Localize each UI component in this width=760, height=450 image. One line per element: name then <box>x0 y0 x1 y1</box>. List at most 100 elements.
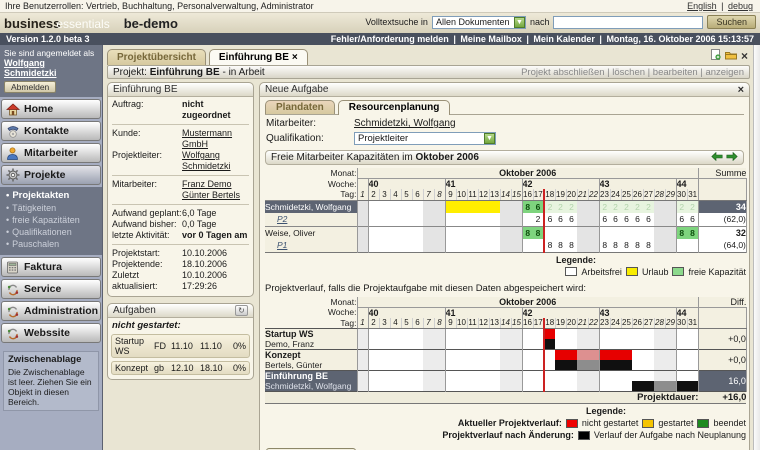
mitarbeiter-link[interactable]: Schmidetzki, Wolfgang <box>354 118 456 129</box>
detail-value[interactable]: Franz Demo <box>182 179 249 190</box>
subitem-label: Projektakten <box>12 190 69 201</box>
close-icon[interactable]: × <box>738 84 744 96</box>
day-number: 25 <box>621 189 632 200</box>
sidebar-subitem-4[interactable]: •Pauschalen <box>6 238 100 250</box>
detail-value[interactable]: Mustermann GmbH <box>182 128 249 150</box>
detail-value[interactable]: Günter Bertels <box>182 190 249 201</box>
versionbar-link-2[interactable]: Mein Kalender <box>533 34 595 44</box>
project-action-0[interactable]: Projekt abschließen <box>521 67 604 78</box>
sidebar-item-webssite[interactable]: Webssite <box>1 323 101 343</box>
plan-cell-current <box>489 350 500 361</box>
plan-cell-current <box>643 350 654 361</box>
day-cell <box>500 226 511 239</box>
plan-cell-current <box>401 371 412 382</box>
day-cell <box>390 239 401 252</box>
scrollbar-track[interactable] <box>753 45 760 450</box>
plan-cell-current <box>456 329 467 340</box>
sidebar-item-faktura[interactable]: Faktura <box>1 257 101 277</box>
sidebar-item-home[interactable]: Home <box>1 99 101 119</box>
day-header-row: Tag:123456789101112131415161718192021222… <box>265 318 746 329</box>
capacity-table: Monat:Oktober 2006SummeWoche:4041424344T… <box>265 168 747 253</box>
folder-icon[interactable] <box>725 50 737 63</box>
project-action-3[interactable]: anzeigen <box>705 67 744 78</box>
search-input[interactable] <box>553 16 703 29</box>
legend-swatch <box>578 431 590 440</box>
utility-links: English | debug <box>685 1 755 11</box>
day-number: 30 <box>676 318 687 329</box>
day-cell <box>489 200 500 213</box>
sidebar-subitem-3[interactable]: •Qualifikationen <box>6 226 100 238</box>
sidebar-item-mitarbeiter[interactable]: Mitarbeiter <box>1 143 101 163</box>
day-cell <box>588 239 599 252</box>
prev-month-icon[interactable] <box>711 152 723 164</box>
legend-line: Projektverlauf nach Änderung:Verlauf der… <box>265 430 746 440</box>
day-number: 15 <box>511 318 522 329</box>
day-number: 14 <box>500 189 511 200</box>
day-number: 5 <box>401 318 412 329</box>
week-label: Woche: <box>265 179 357 190</box>
project-action-1[interactable]: löschen <box>612 67 645 78</box>
refresh-icon[interactable]: ↻ <box>235 305 248 316</box>
task-row[interactable]: Startup WSFD11.1011.100% <box>111 334 250 358</box>
versionbar-link-1[interactable]: Meine Mailbox <box>460 34 522 44</box>
close-icon[interactable]: × <box>741 51 748 61</box>
clipboard-dropzone[interactable]: Zwischenablage Die Zwischenablage ist le… <box>3 351 99 411</box>
plan-cell-new <box>654 381 665 392</box>
divider: | <box>597 34 605 44</box>
new-document-icon[interactable] <box>711 49 721 63</box>
gear-icon <box>5 168 20 182</box>
day-cell <box>676 239 687 252</box>
link-debug[interactable]: debug <box>728 1 753 11</box>
project-link[interactable]: P2 <box>265 213 357 226</box>
search-button[interactable]: Suchen <box>707 15 756 29</box>
sidebar-subitem-2[interactable]: •freie Kapazitäten <box>6 214 100 226</box>
sidebar-subitem-1[interactable]: •Tätigkeiten <box>6 202 100 214</box>
detail-value: 17:29:26 <box>182 281 249 292</box>
plan-cell-new <box>577 339 588 350</box>
day-cell: 2 <box>632 200 643 213</box>
tab-plandaten[interactable]: Plandaten <box>265 100 335 114</box>
plan-cell-new <box>577 381 588 392</box>
plan-cell-new <box>500 360 511 371</box>
day-cell <box>445 200 456 213</box>
day-number: 26 <box>632 318 643 329</box>
day-number: 15 <box>511 189 522 200</box>
day-number: 7 <box>423 318 434 329</box>
tab-close-icon[interactable]: × <box>292 52 298 63</box>
tab-projektuebersicht[interactable]: Projektübersicht <box>107 49 206 65</box>
detail-value[interactable]: Wolfgang Schmidetzki <box>182 150 249 172</box>
plan-cell-current <box>401 329 412 340</box>
tab-resourcenplanung[interactable]: Resourcenplanung <box>338 100 451 115</box>
tab-einfuehrung-be[interactable]: Einführung BE× <box>209 49 308 65</box>
project-action-2[interactable]: bearbeiten <box>653 67 698 78</box>
task-row[interactable]: Konzeptgb12.1018.100% <box>111 361 250 375</box>
search-scope-select[interactable]: Allen Dokumenten ▼ <box>432 16 526 29</box>
current-user-link[interactable]: Wolfgang Schmidetzki <box>4 58 57 78</box>
detail-label: aktualisiert: <box>112 281 182 292</box>
next-month-icon[interactable] <box>726 152 738 164</box>
sidebar-item-projekte[interactable]: Projekte <box>1 165 101 185</box>
day-number: 9 <box>445 189 456 200</box>
sidebar-item-kontakte[interactable]: Kontakte <box>1 121 101 141</box>
day-number: 24 <box>610 318 621 329</box>
task-person: Schmidetzki, Wolfgang <box>265 381 357 391</box>
detail-label: Auftrag: <box>112 99 182 121</box>
plan-cell-new <box>665 339 676 350</box>
day-cell: 6 <box>610 213 621 226</box>
sidebar-item-service[interactable]: Service <box>1 279 101 299</box>
plan-cell-new <box>489 381 500 392</box>
day-number: 13 <box>489 318 500 329</box>
logout-button[interactable]: Abmelden <box>4 81 56 93</box>
link-english[interactable]: English <box>687 1 717 11</box>
versionbar-link-0[interactable]: Fehler/Anforderung melden <box>331 34 449 44</box>
day-cell: 2 <box>533 213 544 226</box>
sidebar-subitem-0[interactable]: •Projektakten <box>6 190 100 202</box>
detail-label: Projektstart: <box>112 248 182 259</box>
qualifikation-select[interactable]: Projektleiter ▼ <box>354 132 496 145</box>
project-link[interactable]: P1 <box>265 239 357 252</box>
login-label: Sie sind angemeldet als <box>4 48 94 58</box>
plan-cell-new <box>379 381 390 392</box>
tab-bar: Projektübersicht Einführung BE× × <box>107 46 750 65</box>
sidebar-item-administration[interactable]: Administration <box>1 301 101 321</box>
plan-cell-new <box>522 339 533 350</box>
